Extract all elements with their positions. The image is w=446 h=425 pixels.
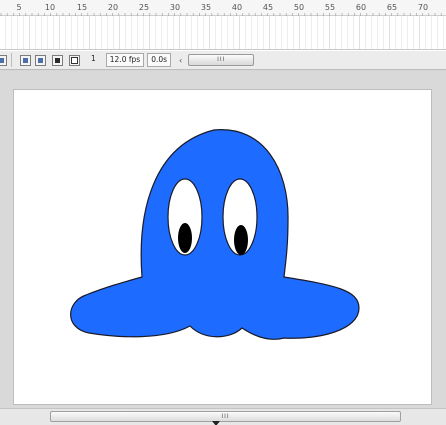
ruler-label: 60 [355,3,367,12]
ruler-label: 55 [324,3,336,12]
ruler-label: 10 [44,3,56,12]
frame-rate-field[interactable]: 12.0 fps [105,53,145,67]
drawing [70,129,360,340]
scroll-down-arrow-icon[interactable] [212,421,220,425]
edit-multiple-frames-icon[interactable] [52,54,63,66]
modify-onion-markers-icon[interactable] [69,54,80,66]
scroll-left-arrow-icon[interactable]: ‹ [179,56,182,65]
left-eye-pupil [178,223,192,253]
stage-canvas[interactable] [13,89,432,405]
ruler-label: 5 [16,3,22,12]
blob-character-body [70,129,360,340]
current-frame-field: 1 [91,54,96,63]
center-frame-icon[interactable] [0,54,7,66]
ruler-label: 70 [417,3,429,12]
timeline-horizontal-scroll-thumb[interactable]: III [188,54,255,66]
timeline-ruler[interactable]: 5 10 15 20 25 30 35 40 45 50 55 60 65 70 [0,0,446,50]
ruler-label: 25 [138,3,150,12]
frame-number-ruler[interactable]: 5 10 15 20 25 30 35 40 45 50 55 60 65 70 [0,0,446,16]
ruler-label: 45 [262,3,274,12]
right-eye-pupil [234,225,248,255]
frame-grid-band [0,16,446,49]
timeline-frame-grid[interactable] [0,16,446,49]
ruler-ticks [0,13,442,16]
ruler-label: 30 [169,3,181,12]
elapsed-time-field: 0.0s [147,53,172,67]
onion-skin-outlines-icon[interactable] [35,54,46,66]
onion-skin-icon[interactable] [20,54,31,66]
ruler-label: 35 [200,3,212,12]
timeline-status-bar: 1 12.0 fps 0.0s ‹ III [0,50,446,70]
toolbar-divider [11,53,12,67]
ruler-label: 40 [231,3,243,12]
stage-scroll-thumb[interactable]: III [50,411,401,422]
flash-editor-window: 5 10 15 20 25 30 35 40 45 50 55 60 65 70… [0,0,446,425]
ruler-label: 20 [107,3,119,12]
ruler-label: 65 [386,3,398,12]
stage-horizontal-scrollbar[interactable]: III [0,408,446,425]
ruler-label: 50 [293,3,305,12]
ruler-label: 15 [76,3,88,12]
workspace-pasteboard[interactable] [0,71,446,409]
